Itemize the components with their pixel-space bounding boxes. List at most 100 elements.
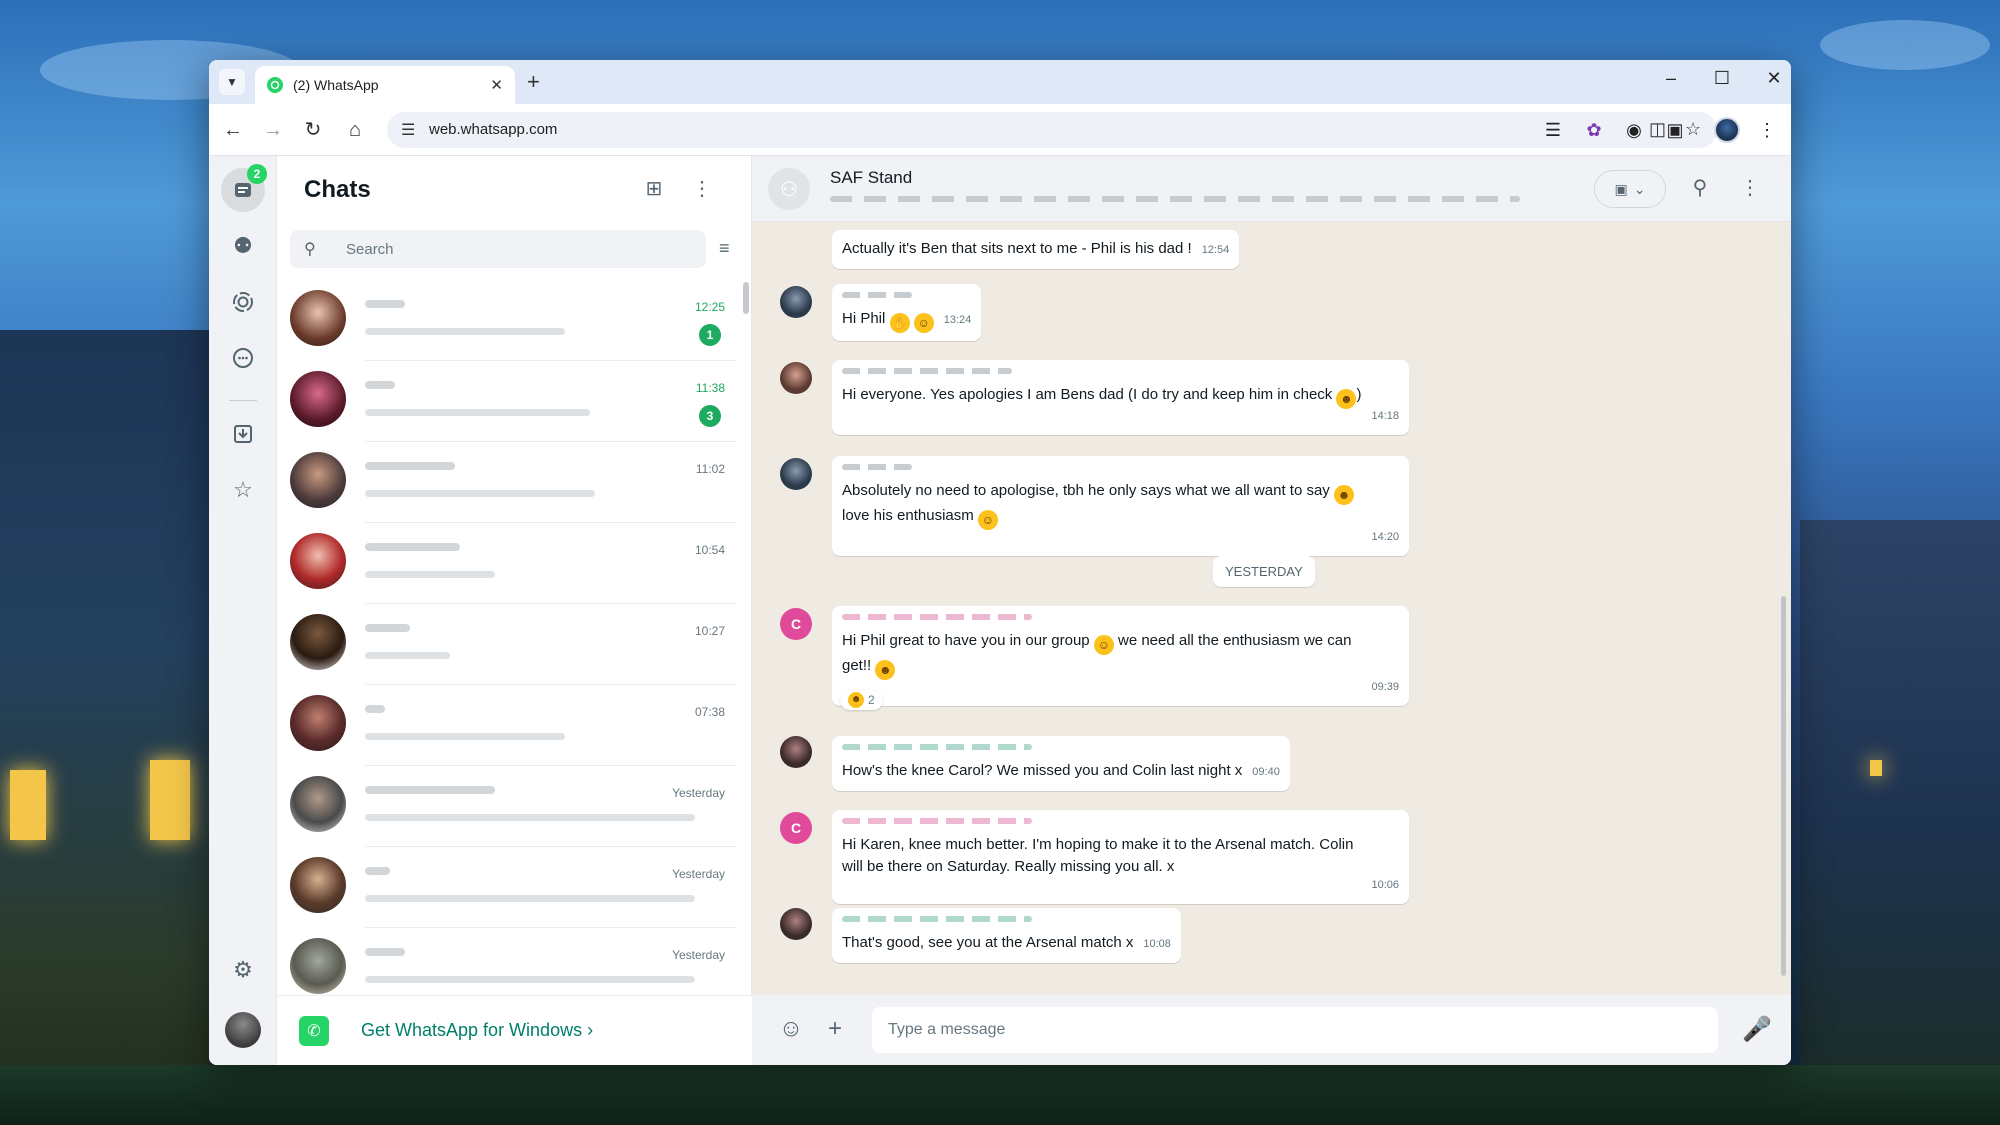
rail-settings[interactable]: ⚙ (221, 948, 265, 992)
chat-list-menu-icon[interactable]: ⋮ (689, 176, 715, 201)
rail-channels[interactable] (221, 336, 265, 380)
laughing-face-emoji: ☻ (848, 692, 864, 708)
message-bubble[interactable]: Hi Phil ✋ ☺ 13:24 (832, 284, 982, 341)
attach-plus-icon[interactable]: + (820, 1015, 850, 1043)
message-bubble[interactable]: That's good, see you at the Arsenal matc… (832, 908, 1181, 963)
chat-preview-redacted (365, 409, 590, 416)
get-whatsapp-windows-banner[interactable]: ✆ Get WhatsApp for Windows › (277, 995, 752, 1065)
close-tab-icon[interactable]: ✕ (490, 76, 503, 94)
extension-layers-icon[interactable]: ☰ (1541, 118, 1565, 142)
chat-row[interactable]: 12:25 1 (277, 280, 737, 361)
sender-avatar-letter[interactable]: C (780, 812, 812, 844)
new-tab-button[interactable]: + (527, 70, 540, 94)
contact-avatar (290, 938, 346, 994)
my-profile-avatar[interactable] (225, 1012, 261, 1048)
conversation-header[interactable]: ⚇ SAF Stand ▣ ⌄ ⚲ ⋮ (752, 156, 1791, 222)
extension-headphones-icon[interactable]: ◉ (1622, 118, 1646, 142)
address-bar[interactable]: ☰ web.whatsapp.com ◫ ☆ (387, 112, 1717, 148)
message-bubble[interactable]: Actually it's Ben that sits next to me -… (832, 230, 1240, 269)
chevron-down-icon: ⌄ (1633, 180, 1646, 197)
nav-rail: 2 ⚉ ☆ ⚙ (209, 156, 277, 1065)
group-avatar-icon: ⚇ (768, 168, 810, 210)
chat-row[interactable]: 10:54 (277, 523, 737, 604)
chat-time: 11:02 (695, 462, 725, 476)
sender-avatar[interactable] (780, 286, 812, 318)
chat-row[interactable]: Yesterday (277, 766, 737, 847)
message-input[interactable] (872, 1007, 1718, 1053)
rail-starred[interactable]: ☆ (221, 468, 265, 512)
sender-name-redacted (842, 916, 1032, 922)
wallpaper-cloud (1820, 20, 1990, 70)
close-window-button[interactable]: ✕ (1759, 68, 1789, 89)
chat-row[interactable]: 10:27 (277, 604, 737, 685)
smiling-face-emoji: ☺ (977, 510, 998, 530)
video-call-button[interactable]: ▣ ⌄ (1594, 170, 1666, 208)
sender-avatar[interactable] (780, 736, 812, 768)
chat-preview-redacted (365, 814, 695, 821)
tab-bar: ▼ (2) WhatsApp ✕ + – ☐ ✕ (209, 60, 1791, 104)
chat-row[interactable]: 11:02 (277, 442, 737, 523)
rail-divider (229, 400, 257, 401)
tab-title: (2) WhatsApp (293, 77, 379, 93)
home-button[interactable]: ⌂ (343, 118, 367, 142)
profile-avatar[interactable] (1714, 117, 1740, 143)
smiling-face-emoji: ☺ (913, 313, 934, 333)
extension-flower-icon[interactable]: ✿ (1582, 118, 1606, 142)
forward-button[interactable]: → (261, 118, 285, 142)
sender-name-redacted (842, 464, 912, 470)
chevron-right-icon: › (587, 1020, 594, 1040)
reload-button[interactable]: ↻ (301, 118, 325, 142)
message-time: 10:06 (1371, 879, 1399, 891)
date-divider: YESTERDAY (1213, 556, 1315, 587)
emoji-icon[interactable]: ☺ (776, 1015, 806, 1043)
message-text-line2: get!! (842, 657, 872, 674)
search-messages-icon[interactable]: ⚲ (1687, 175, 1713, 200)
message-text: Absolutely no need to apologise, tbh he … (842, 482, 1330, 499)
message-bubble[interactable]: Hi Karen, knee much better. I'm hoping t… (832, 810, 1409, 904)
message-bubble[interactable]: How's the knee Carol? We missed you and … (832, 736, 1290, 791)
sender-avatar[interactable] (780, 908, 812, 940)
chat-row[interactable]: Yesterday (277, 847, 737, 928)
chat-list-scrollbar[interactable] (743, 282, 749, 314)
rail-status[interactable] (221, 280, 265, 324)
back-button[interactable]: ← (221, 118, 245, 142)
message-bubble[interactable]: Hi everyone. Yes apologies I am Bens dad… (832, 360, 1409, 435)
rail-archived[interactable] (221, 412, 265, 456)
sender-avatar[interactable] (780, 362, 812, 394)
bookmark-star-icon[interactable]: ☆ (1685, 119, 1701, 140)
rail-communities[interactable]: ⚉ (221, 224, 265, 268)
browser-menu-icon[interactable]: ⋮ (1755, 118, 1779, 142)
microphone-icon[interactable]: 🎤 (1742, 1015, 1772, 1044)
tab-whatsapp[interactable]: (2) WhatsApp ✕ (255, 66, 515, 104)
tab-search-button[interactable]: ▼ (219, 69, 245, 95)
site-info-icon[interactable]: ☰ (401, 120, 415, 140)
rail-chats[interactable]: 2 (221, 164, 267, 212)
search-input[interactable] (346, 230, 686, 268)
new-chat-icon[interactable]: ⊞ (641, 176, 667, 201)
message-reaction[interactable]: ☻ 2 (840, 690, 883, 710)
conversation-scrollbar[interactable] (1781, 596, 1786, 976)
laughing-face-emoji: ☻ (1336, 389, 1357, 409)
unread-badge: 3 (699, 405, 721, 427)
chat-preview-redacted (365, 490, 595, 497)
chat-time: 11:38 (695, 381, 725, 395)
star-icon: ☆ (233, 477, 253, 502)
message-bubble[interactable]: Hi Phil great to have you in our group ☺… (832, 606, 1409, 706)
sender-avatar[interactable] (780, 458, 812, 490)
message-time: 14:20 (1371, 531, 1399, 543)
message-text: Hi Karen, knee much better. I'm hoping t… (842, 836, 1354, 853)
maximize-button[interactable]: ☐ (1707, 68, 1737, 89)
filter-icon[interactable]: ≡ (719, 238, 730, 259)
minimize-button[interactable]: – (1656, 68, 1686, 89)
conversation-menu-icon[interactable]: ⋮ (1737, 175, 1763, 200)
chat-row[interactable]: 07:38 (277, 685, 737, 766)
reaction-count: 2 (868, 693, 875, 707)
extensions-puzzle-icon[interactable]: ▣ (1663, 118, 1687, 142)
sender-name-redacted (842, 368, 1012, 374)
chat-row[interactable]: 11:38 3 (277, 361, 737, 442)
message-bubble[interactable]: Absolutely no need to apologise, tbh he … (832, 456, 1409, 556)
message-text: Hi everyone. Yes apologies I am Bens dad… (842, 386, 1333, 403)
group-members-redacted (830, 196, 1520, 202)
chat-rows: 12:25 1 11:38 3 11:02 10:54 10:27 07:38 … (277, 280, 737, 1009)
sender-avatar-letter[interactable]: C (780, 608, 812, 640)
